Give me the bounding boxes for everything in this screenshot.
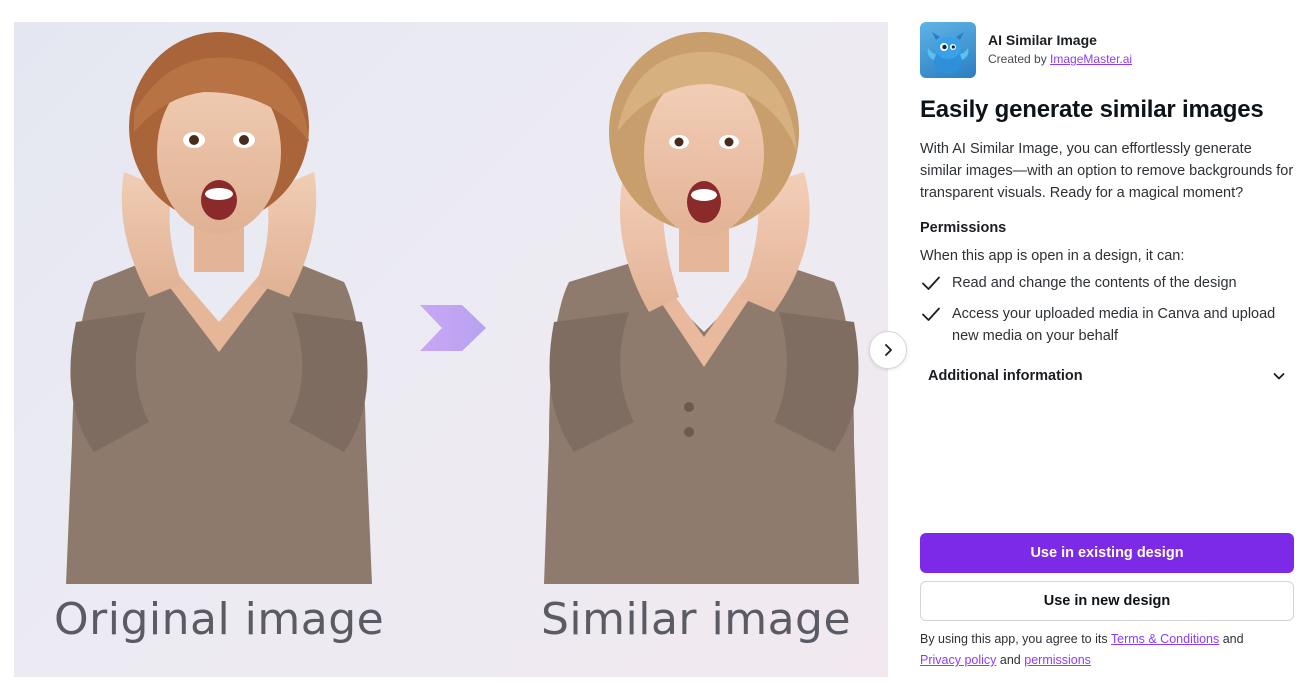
- app-name: AI Similar Image: [988, 32, 1097, 48]
- next-slide-button[interactable]: [869, 331, 907, 369]
- privacy-policy-link[interactable]: Privacy policy: [920, 653, 996, 667]
- transform-arrow-icon: [420, 305, 486, 351]
- permission-item: Access your uploaded media in Canva and …: [920, 303, 1294, 347]
- original-image-caption: Original image: [54, 594, 385, 645]
- permissions-heading: Permissions: [920, 220, 1007, 236]
- additional-information-label: Additional information: [928, 368, 1083, 384]
- legal-and: and: [999, 653, 1021, 667]
- app-creator: Created by ImageMaster.ai: [988, 52, 1132, 66]
- app-details-panel: AI Similar Image Created by ImageMaster.…: [920, 22, 1294, 677]
- additional-information-toggle[interactable]: Additional information: [920, 359, 1294, 393]
- similar-woman-photo: [544, 32, 859, 584]
- permission-item: Read and change the contents of the desi…: [920, 272, 1294, 294]
- app-preview-image: Original image Similar image: [14, 22, 888, 677]
- chevron-right-icon: [885, 344, 892, 356]
- legal-and: and: [1222, 632, 1244, 646]
- terms-link[interactable]: Terms & Conditions: [1111, 632, 1219, 646]
- app-description: With AI Similar Image, you can effortles…: [920, 141, 1294, 201]
- legal-prefix: By using this app, you agree to its: [920, 632, 1108, 646]
- permissions-intro: When this app is open in a design, it ca…: [920, 248, 1185, 264]
- use-in-existing-design-button[interactable]: Use in existing design: [920, 533, 1294, 573]
- permission-text: Access your uploaded media in Canva and …: [952, 306, 1276, 344]
- dragon-mascot-icon: [920, 22, 976, 78]
- page-title: Easily generate similar images: [920, 96, 1264, 123]
- permission-text: Read and change the contents of the desi…: [952, 275, 1237, 291]
- created-by-label: Created by: [988, 52, 1047, 66]
- permissions-link[interactable]: permissions: [1024, 653, 1091, 667]
- similar-image-caption: Similar image: [541, 594, 852, 645]
- legal-notice: By using this app, you agree to its Term…: [920, 629, 1294, 671]
- creator-link[interactable]: ImageMaster.ai: [1050, 52, 1132, 66]
- chevron-down-icon: [1273, 373, 1285, 380]
- use-in-new-design-button[interactable]: Use in new design: [920, 581, 1294, 621]
- permissions-list: Read and change the contents of the desi…: [920, 272, 1294, 347]
- checkmark-icon: [922, 307, 940, 321]
- original-woman-photo: [66, 32, 372, 584]
- app-header: AI Similar Image Created by ImageMaster.…: [920, 22, 1294, 78]
- checkmark-icon: [922, 276, 940, 290]
